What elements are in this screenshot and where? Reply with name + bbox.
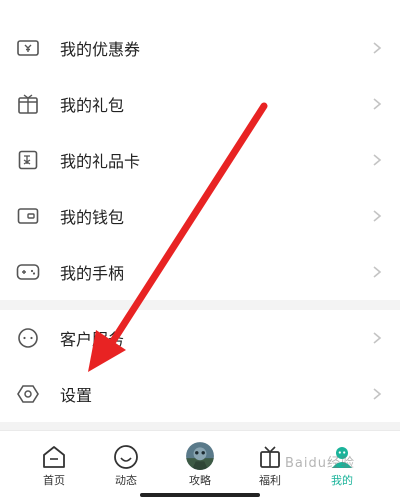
tab-home[interactable]: 首页 [24, 431, 84, 491]
activity-icon [114, 445, 138, 469]
home-indicator [140, 493, 260, 497]
tab-label: 攻略 [189, 474, 211, 487]
customer-service-icon [16, 326, 40, 350]
menu-item-label: 我的优惠券 [60, 40, 141, 59]
gamepad-icon [16, 260, 40, 284]
gift-pack-icon [16, 92, 40, 116]
gift-card-icon [16, 148, 40, 172]
menu-item-label: 我的礼包 [60, 96, 125, 115]
home-icon [43, 446, 65, 468]
menu-item-customer-service[interactable]: 客户服务 [0, 310, 400, 366]
chevron-right-icon [373, 98, 382, 110]
menu-item-wallet[interactable]: 我的钱包 [0, 188, 400, 244]
chevron-right-icon [373, 388, 382, 400]
chevron-right-icon [373, 332, 382, 344]
menu-item-label: 我的礼品卡 [60, 152, 141, 171]
watermark: Baidu经验 [285, 456, 355, 471]
section-divider [0, 422, 400, 430]
tab-label: 我的 [331, 474, 353, 487]
settings-icon [16, 382, 40, 406]
menu-item-label: 我的钱包 [60, 208, 125, 227]
section-divider [0, 300, 400, 310]
tab-guides[interactable]: 攻略 [170, 431, 230, 491]
tab-label: 首页 [43, 474, 65, 487]
menu-item-settings[interactable]: 设置 [0, 366, 400, 422]
menu-item-coupons[interactable]: 我的优惠券 [0, 20, 400, 76]
tab-activity[interactable]: 动态 [96, 431, 156, 491]
chevron-right-icon [373, 210, 382, 222]
chevron-right-icon [373, 154, 382, 166]
coupon-icon [16, 36, 40, 60]
chevron-right-icon [373, 42, 382, 54]
menu-item-label: 客户服务 [60, 330, 125, 349]
menu-item-gamepad[interactable]: 我的手柄 [0, 244, 400, 300]
menu-item-gift-cards[interactable]: 我的礼品卡 [0, 132, 400, 188]
menu-item-label: 设置 [60, 386, 93, 405]
tab-label: 动态 [115, 474, 137, 487]
wallet-icon [16, 204, 40, 228]
chevron-right-icon [373, 266, 382, 278]
avatar-icon [186, 442, 214, 470]
gift-box-icon [260, 446, 280, 468]
tab-label: 福利 [259, 474, 281, 487]
menu-item-gift-packs[interactable]: 我的礼包 [0, 76, 400, 132]
menu-item-label: 我的手柄 [60, 264, 125, 283]
